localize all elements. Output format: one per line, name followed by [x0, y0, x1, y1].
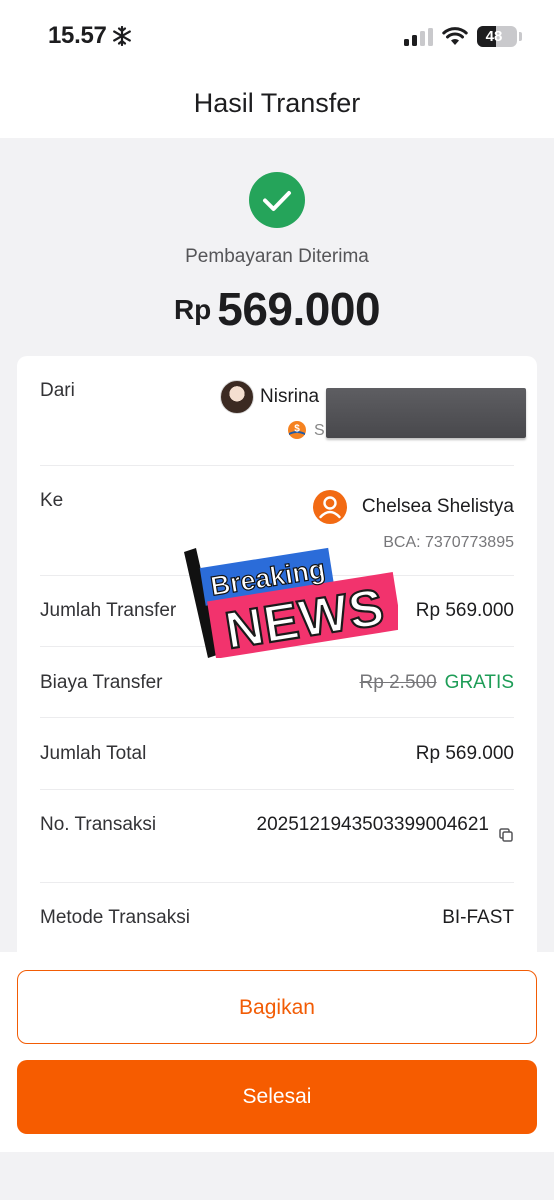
sender-name: Nisrina	[260, 386, 320, 407]
breaking-news-sticker: Breaking NEWS	[184, 547, 398, 658]
status-bar: 15.57 48	[0, 0, 554, 68]
transfer-fee-value: Rp 2.500 GRATIS	[360, 672, 514, 694]
divider	[40, 717, 514, 718]
battery-tip	[519, 32, 522, 41]
transfer-fee-label: Biaya Transfer	[40, 672, 163, 693]
header: Hasil Transfer	[0, 68, 554, 138]
bank-logo-icon: $	[288, 421, 306, 439]
status-time: 15.57	[48, 22, 107, 49]
sender-avatar	[220, 380, 254, 414]
from-label: Dari	[40, 380, 75, 401]
transfer-amount-label: Jumlah Transfer	[40, 600, 177, 621]
copy-icon[interactable]	[498, 827, 514, 843]
recipient-account: BCA: 7370773895	[383, 534, 514, 551]
home-indicator-area	[0, 1152, 554, 1200]
transaction-details-card: Dari Nisrina $ S Ke Chelsea Shelistya BC…	[17, 356, 537, 976]
transaction-method-value: BI-FAST	[442, 907, 514, 928]
transaction-number-value: 20251219435033990046​21	[256, 814, 489, 835]
fee-original-price: Rp 2.500	[359, 672, 437, 693]
transfer-amount-display: Rp 569.000	[0, 282, 554, 336]
recipient-name: Chelsea Shelistya	[361, 496, 514, 517]
total-label: Jumlah Total	[40, 743, 147, 764]
redaction-block	[326, 388, 526, 438]
page-title: Hasil Transfer	[193, 88, 361, 118]
divider	[40, 789, 514, 790]
payment-status-label: Pembayaran Diterima	[185, 246, 369, 267]
done-button[interactable]: Selesai	[17, 1060, 537, 1134]
battery-indicator: 48	[477, 26, 517, 47]
transfer-result-screen: 15.57 48 Hasil Transfer Pembayaran Diter…	[0, 0, 554, 1200]
total-value: Rp 569.000	[415, 743, 514, 764]
transaction-method-label: Metode Transaksi	[40, 907, 190, 928]
divider	[40, 882, 514, 883]
checkmark-circle-icon	[249, 172, 305, 228]
fee-free-badge: GRATIS	[444, 672, 514, 693]
share-button[interactable]: Bagikan	[17, 970, 537, 1044]
snowflake-icon	[113, 26, 131, 46]
amount-value: 569.000	[217, 283, 381, 335]
to-label: Ke	[40, 490, 64, 511]
svg-text:$: $	[294, 424, 300, 435]
divider	[40, 465, 514, 466]
transaction-number-label: No. Transaksi	[40, 814, 157, 835]
battery-percent: 48	[485, 28, 503, 45]
sender-bank-initial: S	[314, 422, 325, 439]
transfer-amount-value: Rp 569.000	[415, 600, 514, 621]
person-avatar-icon	[313, 490, 347, 524]
cellular-signal-icon	[404, 28, 433, 46]
wifi-icon	[442, 27, 468, 45]
amount-currency: Rp	[173, 294, 212, 325]
